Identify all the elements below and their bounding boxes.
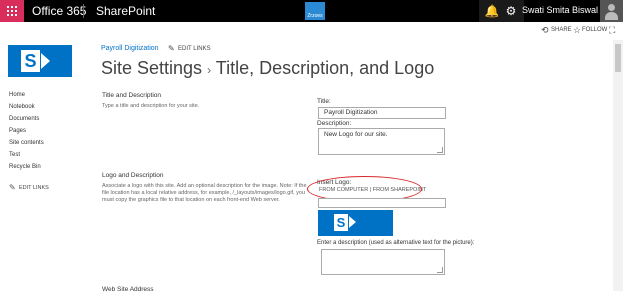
logo-url-input[interactable] [318,198,446,208]
sharepoint-s-logo-mark: S [21,50,40,72]
avatar-body-shape [605,12,618,20]
sharepoint-product-link[interactable]: SharePoint [96,4,155,18]
nav-edit-links[interactable]: EDIT LINKS [19,185,49,191]
nav-pencil-icon[interactable]: ✎ [9,183,16,192]
page-title-main[interactable]: Site Settings [101,58,202,78]
title-label: Title: [317,98,331,105]
alt-text-textarea[interactable] [321,249,445,275]
description-label: Description: [317,120,352,127]
title-section-heading: Title and Description [102,92,162,99]
page-scrollbar[interactable] [613,40,623,291]
alt-text-resize-grip-icon[interactable] [437,267,443,273]
site-logo[interactable]: S [8,45,72,77]
site-name-link[interactable]: Payroll Digitization [101,45,159,52]
edit-links-top[interactable]: EDIT LINKS [178,46,211,52]
description-textarea-value: New Logo for our site. [324,131,388,138]
title-section-description: Type a title and description for your si… [102,103,200,109]
nav-item-documents[interactable]: Documents [9,116,39,122]
logo-section-description: Associate a logo with this site. Add an … [102,183,307,203]
resize-grip-icon[interactable] [437,147,443,153]
office365-brand[interactable]: Office 365 [32,4,86,18]
breadcrumb-separator-icon: › [207,63,212,77]
user-name[interactable]: Swati Smita Biswal [522,5,598,15]
focus-content-icon[interactable]: ⛶ [609,25,615,36]
pencil-icon[interactable]: ✎ [168,44,175,53]
settings-gear-icon[interactable]: ⚙ [498,0,524,22]
web-address-section-heading: Web Site Address [102,286,154,293]
suitebar-divider [83,4,84,18]
nav-item-notebook[interactable]: Notebook [9,104,35,110]
logo-section-heading: Logo and Description [102,172,164,179]
page-title: Site Settings › Title, Description, and … [101,58,434,79]
title-input-value: Payroll Digitization [324,109,378,116]
share-button[interactable]: SHARE [551,27,572,33]
title-input[interactable]: Payroll Digitization [318,107,446,119]
follow-button[interactable]: FOLLOW [582,27,607,33]
nav-item-test[interactable]: Test [9,152,20,158]
app-launcher-waffle-icon[interactable] [0,0,24,22]
share-icon[interactable]: ⟲ [541,25,549,36]
alt-text-label: Enter a description (used as alternative… [317,240,475,246]
nav-item-site-contents[interactable]: Site contents [9,140,44,146]
nav-item-home[interactable]: Home [9,92,25,98]
app-logo[interactable]: Zrzoes [305,2,325,20]
follow-star-icon[interactable]: ☆ [573,25,581,36]
page-title-sub: Title, Description, and Logo [215,58,435,78]
description-textarea[interactable]: New Logo for our site. [318,128,445,155]
logo-preview-s-mark: S [334,214,348,231]
nav-item-pages[interactable]: Pages [9,128,26,134]
logo-preview-image: S [318,210,393,236]
nav-item-recycle-bin[interactable]: Recycle Bin [9,164,41,170]
logo-preview-arrow-shape [349,216,356,228]
avatar-head-shape [608,4,615,11]
logo-arrow-shape [41,53,50,69]
user-avatar[interactable] [600,0,623,22]
scrollbar-thumb[interactable] [615,44,621,72]
